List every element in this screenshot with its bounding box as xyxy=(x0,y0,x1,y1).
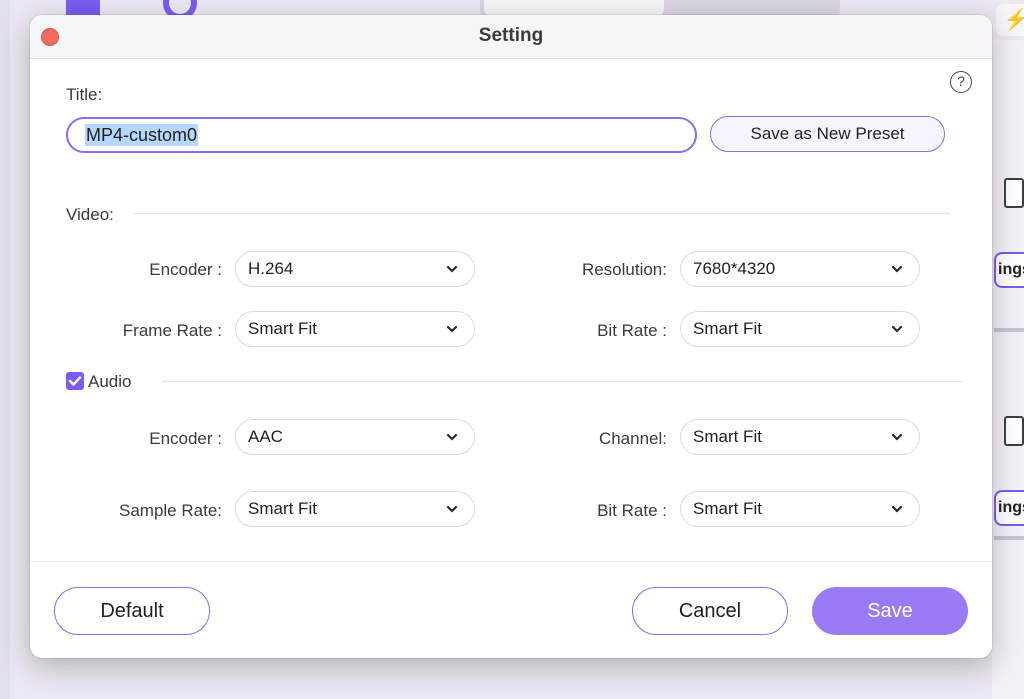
sample-rate-value: Smart Fit xyxy=(248,499,317,518)
audio-section-divider xyxy=(162,381,962,382)
background-file-icon xyxy=(1004,178,1024,208)
audio-encoder-select[interactable]: AAC xyxy=(235,419,475,455)
chevron-down-icon xyxy=(446,265,458,273)
default-button[interactable]: Default xyxy=(54,587,210,635)
audio-checkbox[interactable] xyxy=(66,372,84,390)
background-file-icon xyxy=(1004,416,1024,446)
resolution-value: 7680*4320 xyxy=(693,259,776,278)
audio-bit-rate-value: Smart Fit xyxy=(693,499,762,518)
title-label: Title: xyxy=(66,85,103,104)
channel-label: Channel: xyxy=(598,429,667,448)
background-sidebar-edge xyxy=(0,0,10,699)
chevron-down-icon xyxy=(891,433,903,441)
video-encoder-label: Encoder : xyxy=(149,260,222,279)
background-settings-button[interactable]: ings xyxy=(994,252,1024,288)
help-icon[interactable]: ? xyxy=(950,71,972,93)
video-bit-rate-select[interactable]: Smart Fit xyxy=(680,311,920,347)
channel-value: Smart Fit xyxy=(693,427,762,446)
sample-rate-label: Sample Rate: xyxy=(119,501,222,520)
frame-rate-select[interactable]: Smart Fit xyxy=(235,311,475,347)
title-input[interactable] xyxy=(66,117,697,153)
chevron-down-icon xyxy=(446,433,458,441)
setting-dialog: Setting ? Title: MP4-custom0 Save as New… xyxy=(30,15,992,658)
chevron-down-icon xyxy=(891,325,903,333)
video-encoder-value: H.264 xyxy=(248,259,294,278)
dialog-title: Setting xyxy=(478,25,544,46)
sample-rate-select[interactable]: Smart Fit xyxy=(235,491,475,527)
video-bit-rate-label: Bit Rate : xyxy=(597,321,667,340)
save-as-new-preset-button[interactable]: Save as New Preset xyxy=(710,116,945,152)
audio-encoder-label: Encoder : xyxy=(149,429,222,448)
background-progress-divider xyxy=(994,536,1024,540)
dialog-titlebar: Setting xyxy=(30,15,992,59)
checkmark-icon xyxy=(68,376,82,386)
resolution-label: Resolution: xyxy=(581,260,667,279)
video-bit-rate-value: Smart Fit xyxy=(693,319,762,338)
audio-bit-rate-label: Bit Rate : xyxy=(597,501,667,520)
video-section-label: Video: xyxy=(66,205,114,224)
frame-rate-value: Smart Fit xyxy=(248,319,317,338)
background-file-list xyxy=(992,40,1024,699)
frame-rate-label: Frame Rate : xyxy=(122,321,222,340)
video-encoder-select[interactable]: H.264 xyxy=(235,251,475,287)
audio-section-label[interactable]: Audio xyxy=(88,372,131,392)
chevron-down-icon xyxy=(446,325,458,333)
audio-bit-rate-select[interactable]: Smart Fit xyxy=(680,491,920,527)
footer-divider xyxy=(30,561,992,562)
resolution-select[interactable]: 7680*4320 xyxy=(680,251,920,287)
chevron-down-icon xyxy=(891,505,903,513)
video-section-divider xyxy=(134,213,950,214)
cancel-button[interactable]: Cancel xyxy=(632,587,788,635)
save-button[interactable]: Save xyxy=(812,587,968,635)
background-flash-icon[interactable]: ⚡ xyxy=(996,4,1024,36)
audio-encoder-value: AAC xyxy=(248,427,283,446)
background-progress-divider xyxy=(994,328,1024,332)
chevron-down-icon xyxy=(891,265,903,273)
channel-select[interactable]: Smart Fit xyxy=(680,419,920,455)
chevron-down-icon xyxy=(446,505,458,513)
background-settings-button[interactable]: ings xyxy=(994,490,1024,526)
